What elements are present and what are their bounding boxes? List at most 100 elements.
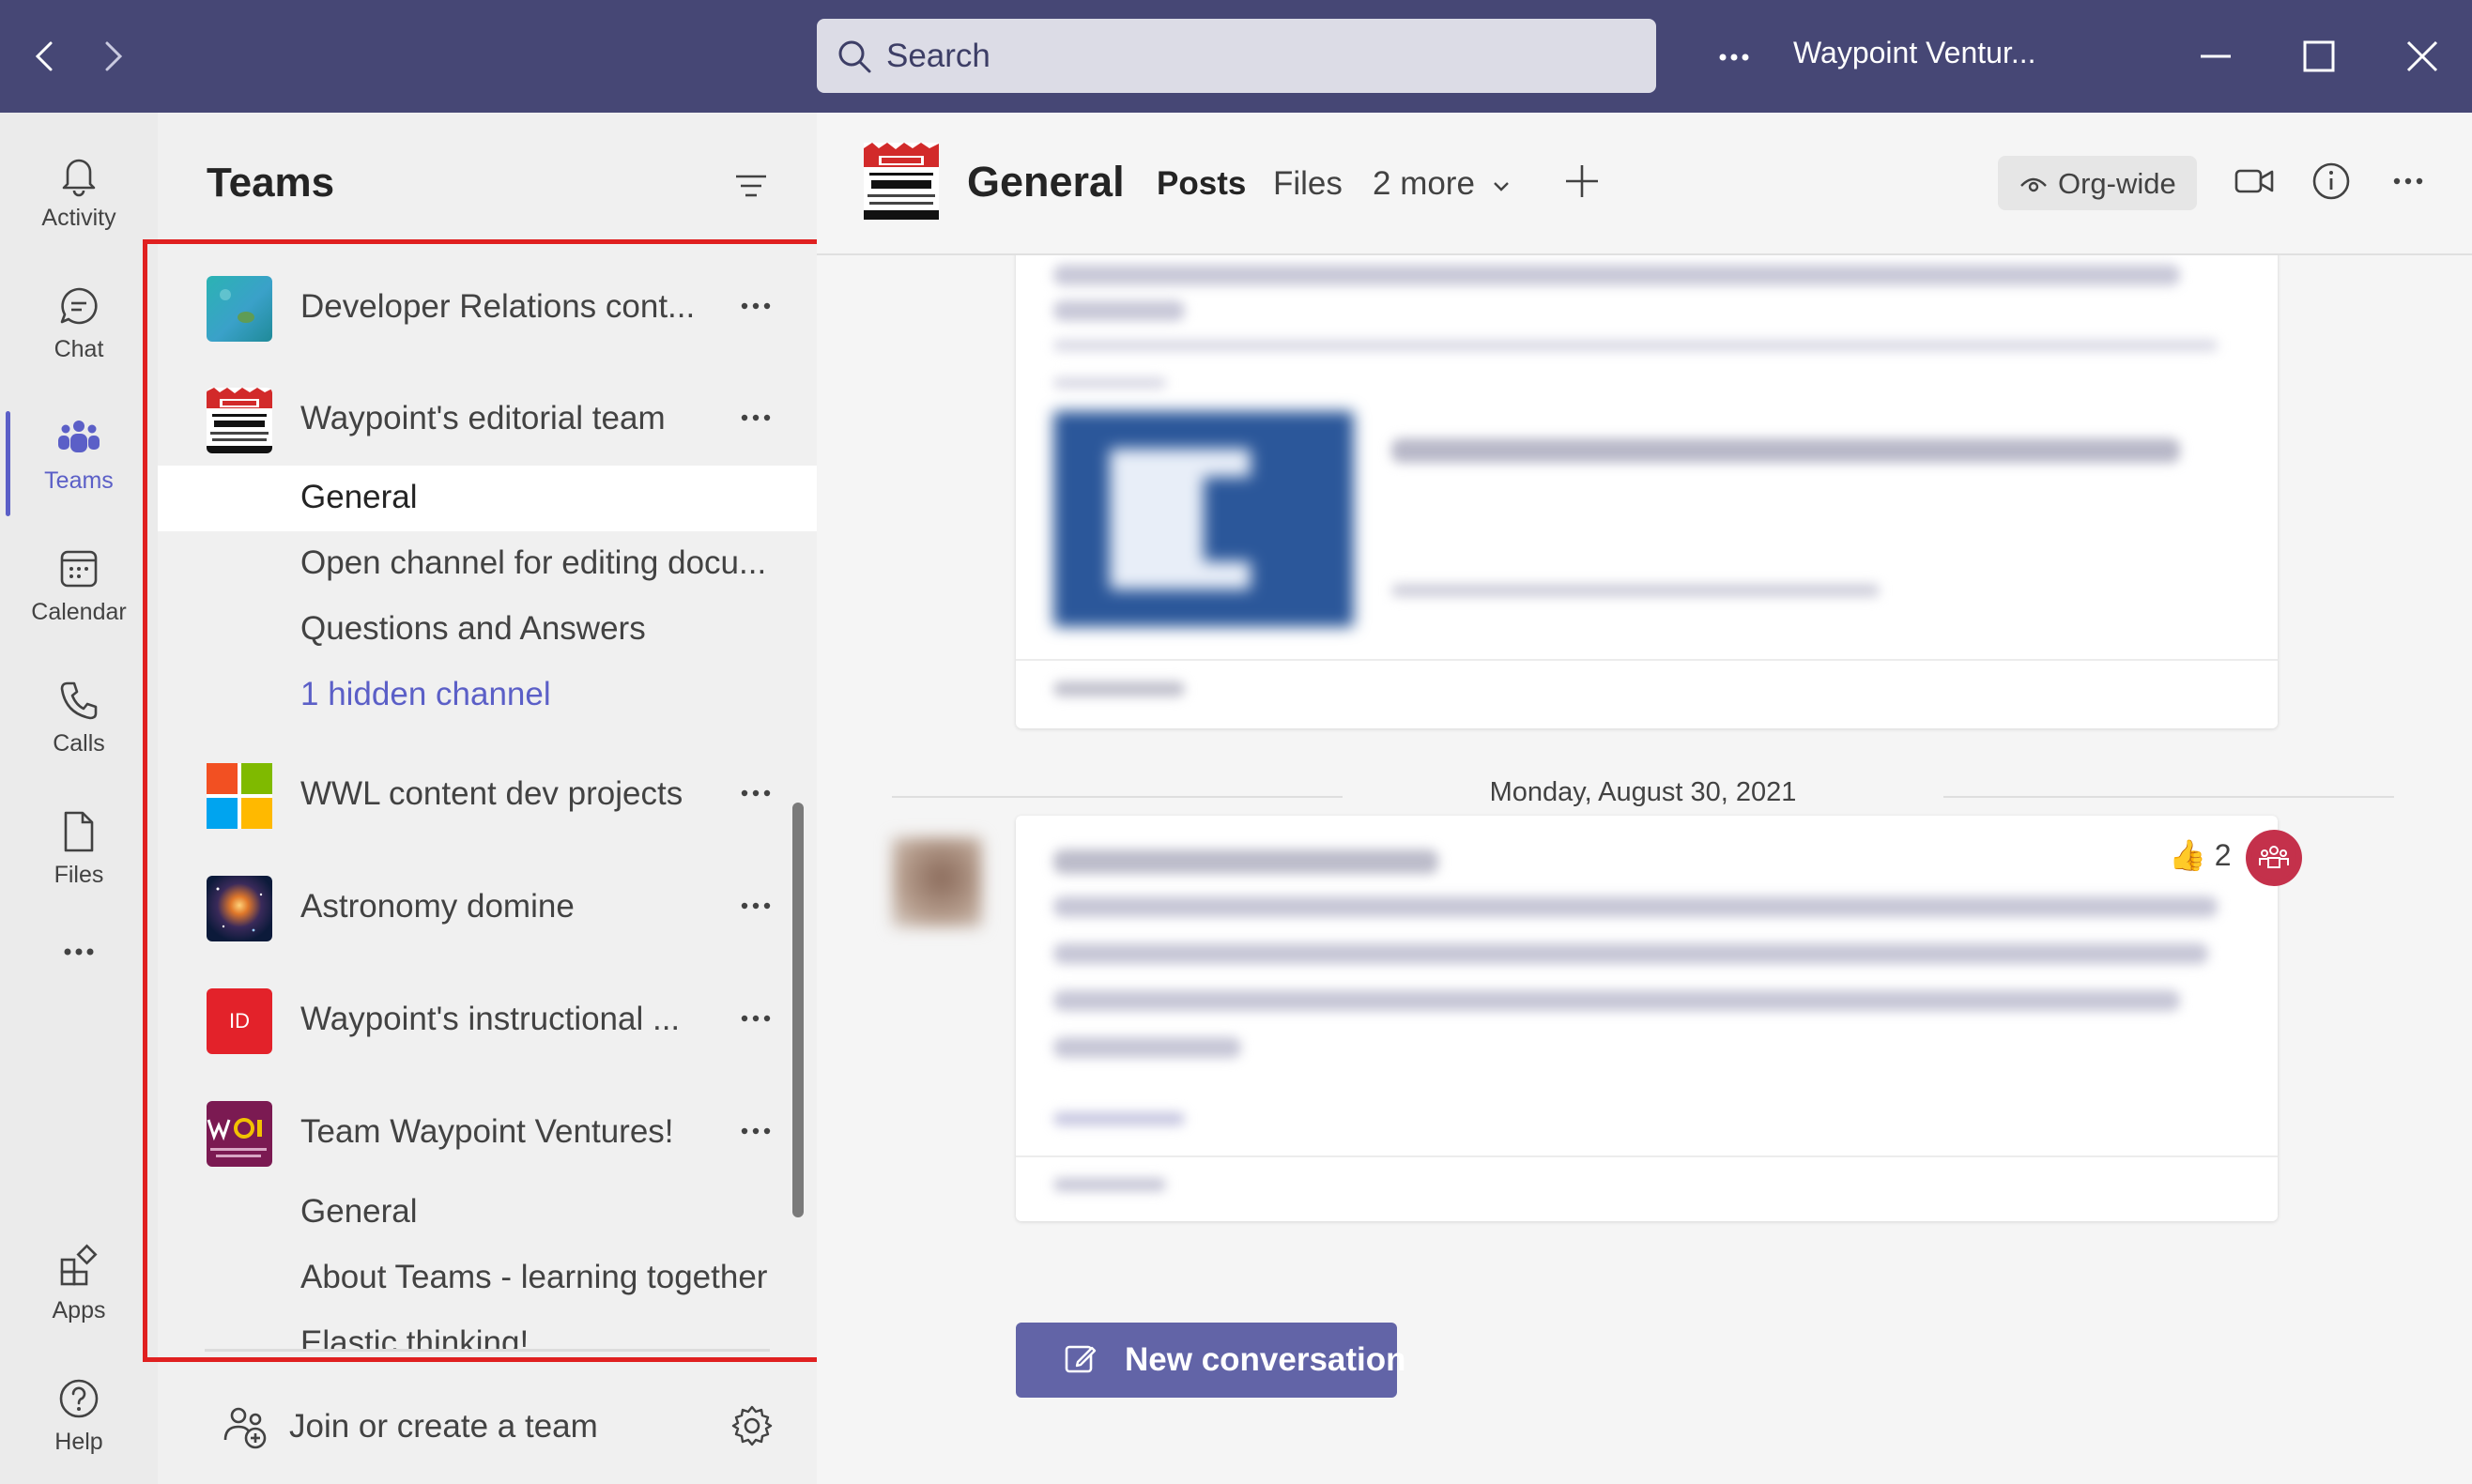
- galaxy-image-icon: [207, 876, 272, 941]
- tab-more[interactable]: 2 more: [1373, 165, 1512, 203]
- avatar: [892, 837, 982, 927]
- team-wwl-content[interactable]: WWL content dev projects: [158, 749, 817, 843]
- active-indicator: [6, 411, 10, 516]
- reaction-count: 2: [2214, 838, 2232, 872]
- tab-more-label: 2 more: [1373, 165, 1475, 202]
- info-icon[interactable]: [2310, 160, 2353, 203]
- team-waypoint-ventures[interactable]: Team Waypoint Ventures!: [158, 1087, 817, 1181]
- back-arrow-icon[interactable]: [23, 34, 68, 79]
- channel-name: Questions and Answers: [300, 610, 646, 647]
- app-label: Teams: [44, 467, 114, 494]
- teams-list-scrollbar[interactable]: [792, 803, 804, 1217]
- minimize-icon[interactable]: [2193, 34, 2238, 79]
- new-conversation-label: New conversation: [1125, 1341, 1406, 1378]
- chat-icon: [60, 287, 98, 325]
- post-card: [1016, 255, 2278, 728]
- more-options-icon[interactable]: [1711, 34, 1758, 81]
- more-options-icon[interactable]: [732, 770, 779, 817]
- app-label: Calls: [53, 730, 105, 757]
- date-divider-label: Monday, August 30, 2021: [1489, 777, 1797, 807]
- team-reaction-badge-icon[interactable]: [2246, 830, 2302, 886]
- channel-title: General: [967, 158, 1125, 206]
- channel-item-questions[interactable]: Questions and Answers: [158, 597, 817, 663]
- close-icon[interactable]: [2400, 34, 2445, 79]
- apps-icon: [60, 1244, 98, 1286]
- more-options-icon[interactable]: [732, 882, 779, 929]
- join-or-create-team-button[interactable]: Join or create a team: [158, 1389, 817, 1464]
- search-box[interactable]: [817, 19, 1656, 93]
- app-label: Files: [54, 862, 104, 888]
- panel-title: Teams: [207, 160, 335, 206]
- channel-name: Open channel for editing docu...: [300, 544, 767, 581]
- meet-video-icon[interactable]: [2233, 160, 2276, 203]
- file-icon: [64, 811, 94, 852]
- app-chat[interactable]: Chat: [0, 261, 158, 392]
- more-apps-icon[interactable]: [0, 918, 158, 993]
- app-label: Help: [54, 1429, 103, 1455]
- team-developer-relations[interactable]: Developer Relations cont...: [158, 262, 817, 356]
- editing-logo-icon: [207, 388, 272, 453]
- phone-icon: [60, 681, 98, 720]
- join-label: Join or create a team: [289, 1408, 598, 1445]
- teams-icon: [58, 421, 100, 452]
- channel-item-elastic-thinking[interactable]: Elastic thinking!: [158, 1311, 817, 1349]
- app-apps[interactable]: Apps: [0, 1222, 158, 1354]
- app-teams[interactable]: Teams: [0, 392, 158, 524]
- id-badge-icon: ID: [207, 988, 272, 1054]
- title-bar: Waypoint Ventur...: [0, 0, 2472, 113]
- team-instructional[interactable]: ID Waypoint's instructional ...: [158, 974, 817, 1068]
- app-calls[interactable]: Calls: [0, 655, 158, 787]
- team-name: Developer Relations cont...: [300, 288, 696, 325]
- hidden-channels-link[interactable]: 1 hidden channel: [158, 663, 817, 728]
- microsoft-logo-icon: [207, 763, 272, 829]
- channel-name: Elastic thinking!: [300, 1324, 530, 1349]
- add-people-icon: [222, 1402, 270, 1451]
- channel-item-open-channel[interactable]: Open channel for editing docu...: [158, 531, 817, 597]
- channel-item-general[interactable]: General: [158, 466, 817, 531]
- app-help[interactable]: Help: [0, 1354, 158, 1484]
- app-bar: Activity Chat Teams Calendar Calls Files…: [0, 113, 158, 1484]
- tab-posts[interactable]: Posts: [1157, 165, 1246, 203]
- thumbs-up-icon: 👍: [2169, 838, 2206, 872]
- team-editorial[interactable]: Waypoint's editorial team: [158, 374, 817, 467]
- more-options-icon[interactable]: [732, 995, 779, 1042]
- org-wide-label: Org-wide: [2058, 167, 2176, 200]
- app-activity[interactable]: Activity: [0, 130, 158, 261]
- team-name: Waypoint's instructional ...: [300, 1001, 681, 1037]
- channel-item-about-teams[interactable]: About Teams - learning together: [158, 1246, 817, 1311]
- app-files[interactable]: Files: [0, 787, 158, 918]
- org-switcher[interactable]: Waypoint Ventur...: [1793, 36, 2036, 70]
- search-input[interactable]: [886, 19, 1637, 93]
- app-label: Chat: [54, 336, 104, 362]
- more-options-icon[interactable]: [732, 394, 779, 441]
- more-options-icon[interactable]: [732, 1108, 779, 1155]
- date-divider: Monday, August 30, 2021: [892, 777, 2394, 815]
- channel-item-general-ventures[interactable]: General: [158, 1180, 817, 1246]
- new-conversation-button[interactable]: New conversation: [1016, 1323, 1406, 1398]
- team-astronomy[interactable]: Astronomy domine: [158, 862, 817, 956]
- post-card: [1016, 816, 2278, 1221]
- forward-arrow-icon[interactable]: [90, 34, 135, 79]
- help-icon: [59, 1379, 99, 1418]
- bell-icon: [62, 159, 96, 197]
- compose-icon: [1065, 1345, 1097, 1373]
- editing-logo-icon: [864, 143, 939, 220]
- filter-icon[interactable]: [730, 165, 772, 207]
- waypoint-logo-icon: [207, 1101, 272, 1167]
- app-calendar[interactable]: Calendar: [0, 524, 158, 655]
- channel-name: General: [300, 1193, 418, 1230]
- org-wide-badge[interactable]: Org-wide: [1998, 156, 2197, 210]
- more-options-icon[interactable]: [2387, 160, 2430, 203]
- more-options-icon[interactable]: [732, 283, 779, 329]
- conversation-feed: Monday, August 30, 2021 👍 2 New conversa…: [817, 255, 2472, 1484]
- like-reaction[interactable]: 👍 2: [2169, 837, 2232, 873]
- divider: [205, 1349, 770, 1352]
- team-name: Waypoint's editorial team: [300, 400, 666, 436]
- add-tab-icon[interactable]: [1558, 158, 1605, 205]
- maximize-icon[interactable]: [2296, 34, 2341, 79]
- app-label: Apps: [52, 1297, 106, 1323]
- calendar-icon: [60, 550, 98, 588]
- gear-icon[interactable]: [729, 1402, 775, 1449]
- tab-files[interactable]: Files: [1273, 165, 1343, 203]
- search-icon: [838, 40, 871, 73]
